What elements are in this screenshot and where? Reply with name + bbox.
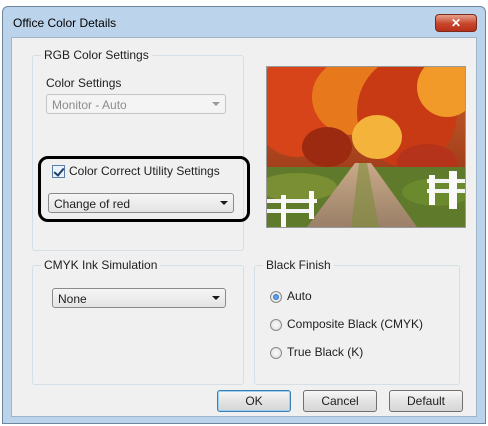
- black-finish-legend: Black Finish: [263, 258, 334, 272]
- cmyk-ink-simulation-legend: CMYK Ink Simulation: [41, 258, 161, 272]
- cmyk-ink-simulation-group: CMYK Ink Simulation: [32, 258, 244, 385]
- ok-button[interactable]: OK: [217, 390, 291, 412]
- rgb-color-settings-legend: RGB Color Settings: [41, 48, 152, 62]
- color-settings-select[interactable]: Monitor - Auto: [46, 94, 226, 114]
- radio-selected-dot: [273, 294, 279, 300]
- title-bar: Office Color Details ✕: [3, 7, 485, 37]
- cmyk-ink-simulation-value: None: [58, 292, 87, 306]
- cmyk-ink-simulation-select[interactable]: None: [52, 288, 226, 308]
- autumn-road-photo-icon: [267, 67, 465, 227]
- chevron-down-icon: [220, 201, 228, 205]
- color-correct-label: Color Correct Utility Settings: [69, 164, 220, 178]
- office-color-details-dialog: Office Color Details ✕ RGB Color Setting…: [2, 6, 486, 424]
- color-settings-value: Monitor - Auto: [52, 98, 127, 112]
- dialog-body: RGB Color Settings Color Settings Monito…: [11, 37, 477, 417]
- color-correct-value: Change of red: [54, 197, 131, 211]
- chevron-down-icon: [212, 296, 220, 300]
- close-button[interactable]: ✕: [435, 14, 477, 32]
- preview-image: [266, 66, 466, 228]
- color-correct-select[interactable]: Change of red: [48, 193, 234, 213]
- radio-composite-black[interactable]: [270, 319, 282, 331]
- radio-composite-black-label: Composite Black (CMYK): [287, 317, 424, 331]
- radio-true-black-label: True Black (K): [287, 345, 364, 359]
- cancel-button[interactable]: Cancel: [303, 390, 377, 412]
- radio-true-black[interactable]: [270, 347, 282, 359]
- default-button[interactable]: Default: [389, 390, 463, 412]
- color-settings-label: Color Settings: [46, 76, 122, 90]
- radio-auto-label: Auto: [287, 289, 312, 303]
- close-icon: ✕: [450, 16, 462, 30]
- dialog-title: Office Color Details: [13, 16, 117, 30]
- checkmark-icon: [53, 165, 65, 177]
- color-correct-checkbox[interactable]: [52, 165, 65, 178]
- radio-auto[interactable]: [270, 291, 282, 303]
- chevron-down-icon: [212, 102, 220, 106]
